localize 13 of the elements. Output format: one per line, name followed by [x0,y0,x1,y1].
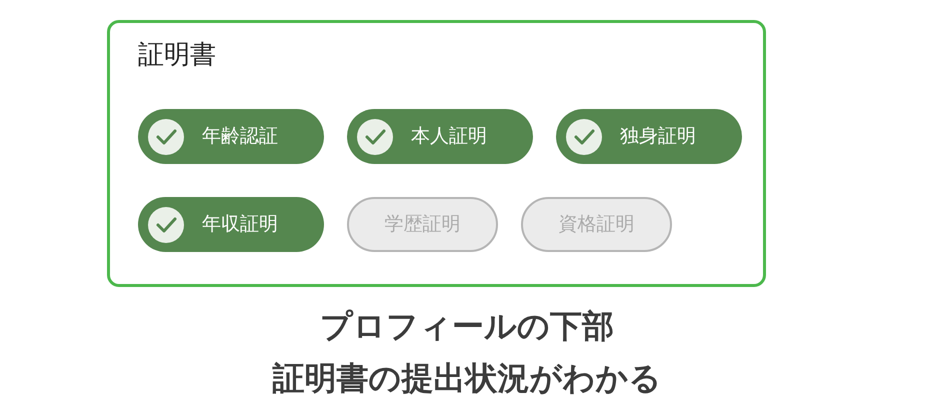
pending-chip: 資格証明 [521,197,672,252]
pending-chip: 学歴証明 [347,197,498,252]
caption-text: 証明書の提出状況がわかる [272,359,662,397]
card-title: 証明書 [138,39,216,72]
check-icon [148,206,184,242]
check-icon [357,118,393,154]
check-icon [566,118,602,154]
chip-label: 年収証明 [202,212,278,238]
chip-label: 年齢認証 [202,124,278,150]
chip-label: 独身証明 [620,124,696,150]
chip-label: 本人証明 [411,124,487,150]
caption-text: プロフィールの下部 [320,307,614,345]
check-icon [148,118,184,154]
